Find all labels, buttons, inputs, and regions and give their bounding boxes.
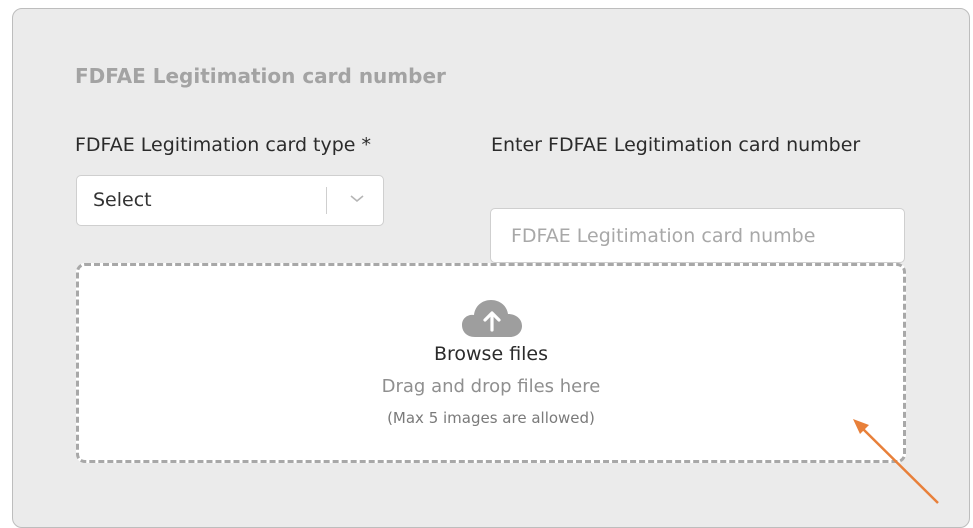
- drag-drop-hint: Drag and drop files here: [381, 376, 601, 397]
- cloud-upload-icon[interactable]: [461, 297, 523, 339]
- browse-files-link[interactable]: Browse files: [79, 343, 903, 365]
- card-number-input[interactable]: [490, 208, 905, 263]
- section-title: FDFAE Legitimation card number: [75, 64, 446, 88]
- card-type-select[interactable]: Select: [76, 175, 384, 226]
- file-dropzone[interactable]: Browse files Drag and drop files here (M…: [76, 263, 906, 463]
- card-type-selected-value: Select: [93, 189, 152, 211]
- card-type-label: FDFAE Legitimation card type *: [75, 134, 372, 156]
- select-separator: [326, 187, 327, 214]
- card-number-label: Enter FDFAE Legitimation card number: [491, 134, 861, 156]
- chevron-down-icon[interactable]: [345, 186, 369, 210]
- upload-limit-note: (Max 5 images are allowed): [387, 409, 595, 427]
